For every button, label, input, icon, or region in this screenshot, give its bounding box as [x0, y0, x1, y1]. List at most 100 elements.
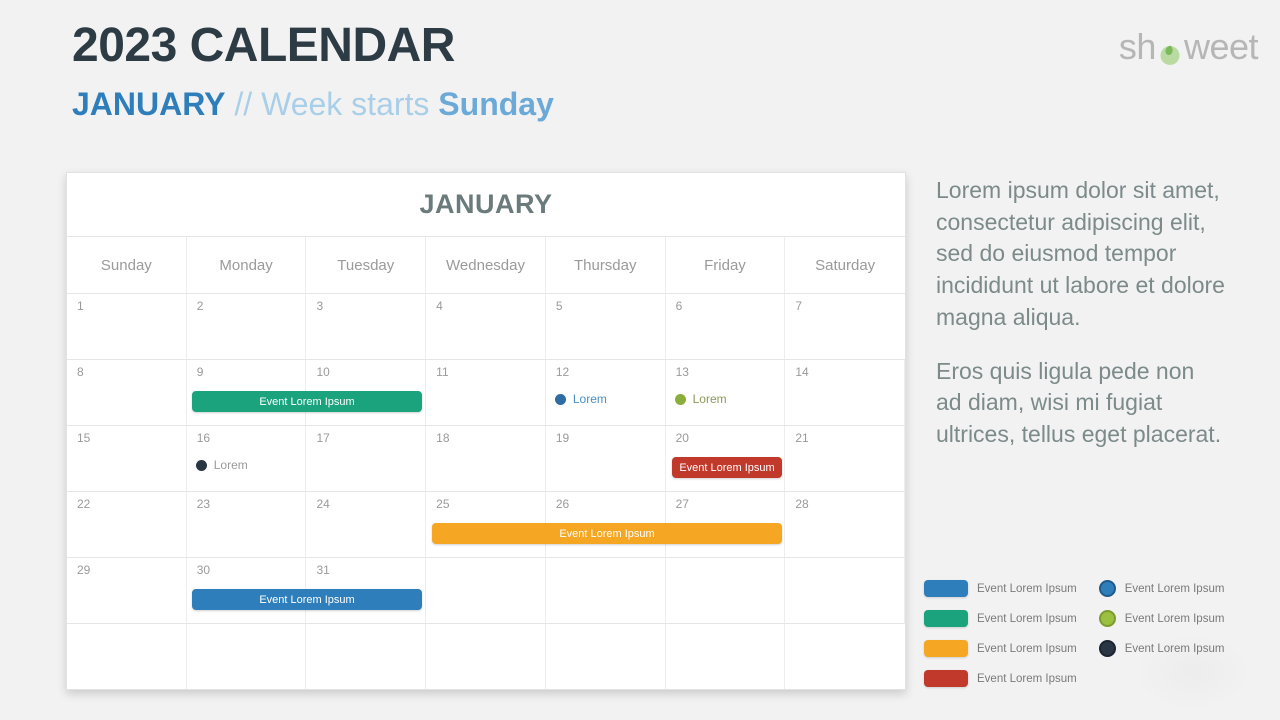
legend-item-bar: Event Lorem Ipsum [924, 668, 1077, 689]
day-of-week-header-tuesday: Tuesday [306, 237, 427, 293]
event-dot-icon [674, 393, 686, 405]
day-of-week-header-monday: Monday [187, 237, 307, 293]
dot-event[interactable]: Lorem [195, 458, 306, 472]
calendar-week-row: 8 9 10 11 12 Lorem 13 Lorem 14 Event Lorem Ipsum [67, 360, 906, 426]
legend-label: Event Lorem Ipsum [977, 672, 1077, 685]
calendar-day-cell-28[interactable]: 28 [785, 492, 906, 557]
calendar-event-bar[interactable]: Event Lorem Ipsum [192, 589, 422, 610]
calendar-day-cell-22[interactable]: 22 [67, 492, 187, 557]
calendar-week-row: 22 23 24 25 26 27 28 Event Lorem Ipsum [67, 492, 906, 558]
calendar-month-label: JANUARY [419, 189, 553, 219]
legend-label: Event Lorem Ipsum [1124, 582, 1225, 595]
day-number: 21 [795, 431, 809, 445]
calendar-day-cell-empty[interactable] [785, 624, 905, 689]
calendar-day-cell-18[interactable]: 18 [426, 426, 546, 491]
calendar-day-cell-17[interactable]: 17 [306, 426, 427, 491]
legend-bar-swatch [924, 610, 968, 627]
day-number: 6 [675, 299, 683, 313]
day-number: 18 [436, 431, 450, 445]
calendar-day-cell-empty[interactable] [426, 624, 546, 689]
legend-bar-swatch [924, 670, 968, 687]
day-number: 12 [555, 365, 570, 379]
calendar-day-cell-2[interactable]: 2 [187, 294, 307, 359]
dot-event[interactable]: Lorem [674, 392, 785, 406]
calendar-week-row: 15 16 Lorem 17 18 19 20 21 Event Lorem Ipsum [67, 426, 906, 492]
calendar-day-cell-empty[interactable] [546, 558, 666, 623]
calendar-day-cell-29[interactable]: 29 [67, 558, 187, 623]
day-number: 22 [77, 497, 91, 511]
logo-text-after: weet [1183, 26, 1259, 67]
calendar-day-cell-empty[interactable] [666, 558, 786, 623]
dot-event[interactable]: Lorem [554, 392, 665, 406]
day-number: 9 [196, 365, 204, 379]
day-number: 17 [316, 431, 330, 445]
legend-bar-swatch [924, 580, 968, 597]
calendar-day-cell-empty[interactable] [426, 558, 546, 623]
calendar-day-cell-empty[interactable] [546, 624, 666, 689]
day-number: 25 [436, 497, 450, 511]
subtitle-middle: Week starts [261, 86, 439, 123]
day-number: 19 [555, 431, 570, 445]
legend-circle-swatch [1098, 580, 1116, 597]
legend-bar-swatch [924, 640, 968, 657]
leaf-circle-icon [1157, 34, 1183, 65]
day-of-week-header-wednesday: Wednesday [426, 237, 546, 293]
calendar-day-cell-13[interactable]: 13 Lorem [666, 360, 786, 425]
calendar-day-cell-8[interactable]: 8 [67, 360, 187, 425]
calendar-day-cell-23[interactable]: 23 [187, 492, 307, 557]
calendar-day-cell-19[interactable]: 19 [546, 426, 666, 491]
calendar-day-cell-1[interactable]: 1 [67, 294, 187, 359]
legend-label: Event Lorem Ipsum [1124, 642, 1225, 655]
calendar-day-cell-3[interactable]: 3 [306, 294, 427, 359]
legend-label: Event Lorem Ipsum [977, 612, 1077, 625]
calendar-day-cell-empty[interactable] [187, 624, 307, 689]
calendar-weeks: 1 2 3 4 5 6 7 8 9 10 11 12 Lorem 13 Lorem 14 Event Lorem… [67, 294, 906, 689]
calendar-day-cell-5[interactable]: 5 [546, 294, 666, 359]
legend: Event Lorem Ipsum Event Lorem Ipsum Event … [924, 578, 1224, 689]
dot-event-label: Lorem [692, 392, 727, 406]
day-number: 20 [675, 431, 689, 445]
logo-text-before: sh [1118, 26, 1157, 67]
dot-event-label: Lorem [213, 458, 248, 472]
page-subtitle: JANUARY // Week starts Sunday [72, 87, 554, 122]
calendar-day-cell-16[interactable]: 16 Lorem [187, 426, 307, 491]
day-number: 11 [436, 365, 449, 379]
day-of-week-header-saturday: Saturday [815, 256, 876, 274]
calendar-day-cell-14[interactable]: 14 [785, 360, 906, 425]
calendar-event-bar[interactable]: Event Lorem Ipsum [192, 391, 422, 412]
calendar-day-cell-12[interactable]: 12 Lorem [546, 360, 666, 425]
calendar-day-cell-empty[interactable] [785, 558, 906, 623]
calendar-event-bar[interactable]: Event Lorem Ipsum [432, 523, 782, 544]
calendar-week-row: 29 30 31 Event Lorem Ipsum [67, 558, 906, 624]
legend-item-circle: Event Lorem Ipsum [1098, 638, 1225, 659]
calendar-day-cell-7[interactable]: 7 [785, 294, 905, 359]
event-dot-icon [554, 393, 566, 405]
day-number: 13 [675, 365, 689, 379]
calendar-day-cell-empty[interactable] [67, 624, 187, 689]
calendar-day-cell-15[interactable]: 15 [67, 426, 187, 491]
calendar-day-cell-24[interactable]: 24 [306, 492, 427, 557]
day-number: 8 [77, 365, 84, 379]
day-number: 1 [77, 299, 84, 313]
calendar-day-cell-empty[interactable] [666, 624, 786, 689]
description-paragraph-2: Eros quis ligula pede non ad diam, wisi … [936, 357, 1222, 448]
day-of-week-header-row: Sunday Monday Tuesday Wednesday Thursday Frid… [67, 237, 905, 294]
day-of-week-header-sunday: Sunday [67, 237, 187, 293]
legend-label: Event Lorem Ipsum [977, 642, 1077, 655]
calendar-day-cell-empty[interactable] [306, 624, 427, 689]
day-number: 30 [196, 563, 211, 577]
description-text: Lorem ipsum dolor sit amet, consectetur … [936, 175, 1226, 451]
calendar-event-bar[interactable]: Event Lorem Ipsum [672, 457, 782, 478]
legend-item-bar: Event Lorem Ipsum [924, 608, 1077, 629]
calendar-day-cell-6[interactable]: 6 [666, 294, 786, 359]
calendar-panel: JANUARY Sunday Monday Tuesday Wednesday Thur… [66, 172, 906, 690]
description-paragraph-1: Lorem ipsum dolor sit amet, consectetur … [936, 177, 1225, 330]
calendar-month-header: JANUARY [67, 173, 905, 237]
day-number: 31 [316, 563, 330, 577]
page-header: 2023 CALENDAR JANUARY // Week starts Sun… [72, 18, 554, 122]
legend-label: Event Lorem Ipsum [1124, 612, 1225, 625]
calendar-day-cell-4[interactable]: 4 [426, 294, 546, 359]
day-of-week-header-friday: Friday [666, 237, 786, 293]
calendar-day-cell-11[interactable]: 11 [426, 360, 546, 425]
calendar-day-cell-21[interactable]: 21 [785, 426, 906, 491]
